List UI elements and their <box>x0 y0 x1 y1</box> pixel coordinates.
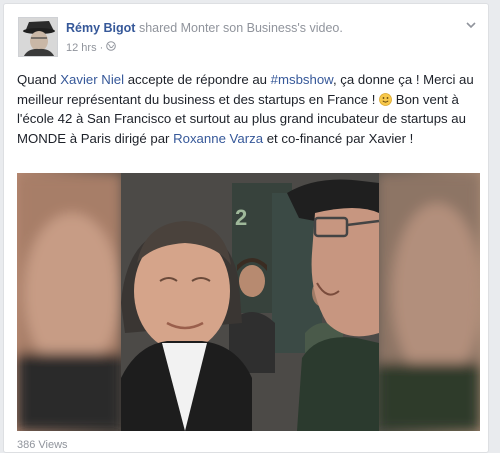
share-action-text: shared Monter son Business's video. <box>138 21 343 35</box>
globe-icon[interactable] <box>106 41 117 54</box>
post-card: Rémy Bigot shared Monter son Business's … <box>3 3 489 453</box>
view-count: 386 Views <box>17 439 68 451</box>
post-text-segment: accepte de répondre au <box>124 72 271 87</box>
post-body: Quand Xavier Niel accepte de répondre au… <box>17 70 477 148</box>
hashtag-link[interactable]: #msbshow <box>271 72 333 87</box>
post-text-segment: Quand <box>17 72 61 87</box>
author-name[interactable]: Rémy Bigot <box>66 21 135 35</box>
mention-link[interactable]: Xavier Niel <box>60 72 124 87</box>
post-header: Rémy Bigot shared Monter son Business's … <box>66 21 343 35</box>
video-player[interactable]: 2 <box>17 173 480 431</box>
smiley-icon <box>379 92 393 106</box>
author-avatar[interactable] <box>18 17 58 57</box>
mention-link[interactable]: Roxanne Varza <box>173 131 263 146</box>
post-text-segment: et co-financé par Xavier ! <box>263 130 414 146</box>
post-meta: 12 hrs · <box>66 41 117 54</box>
wall-graphic-number: 2 <box>235 205 247 230</box>
meta-separator: · <box>99 41 104 54</box>
video-frame: 2 <box>17 173 480 431</box>
post-timestamp[interactable]: 12 hrs <box>66 42 97 54</box>
chevron-down-icon[interactable] <box>464 18 478 32</box>
